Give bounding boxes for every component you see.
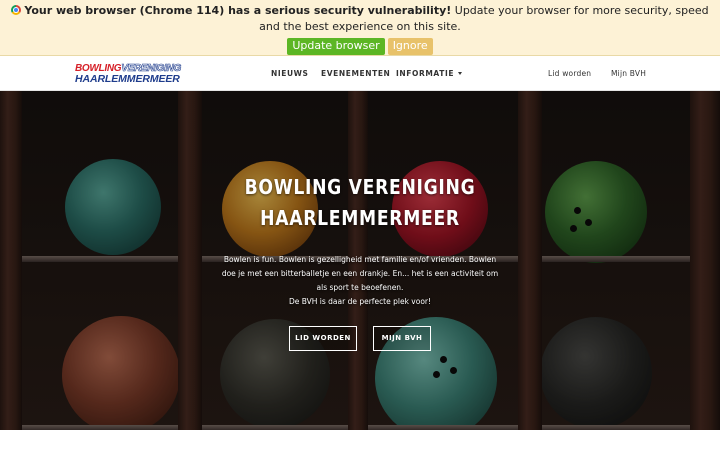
ignore-button[interactable]: Ignore [387, 38, 433, 55]
mijn-bvh-button[interactable]: MIJN BVH [373, 326, 431, 351]
hero-section: BOWLING VERENIGING HAARLEMMERMEER Bowlen… [0, 91, 720, 430]
nav-item-nieuws[interactable]: NIEUWS [271, 57, 309, 91]
nav-label: NIEUWS [271, 69, 309, 78]
update-browser-button[interactable]: Update browser [287, 38, 385, 55]
navbar: BOWLINGVERENIGING HAARLEMMERMEER NIEUWS … [0, 57, 720, 91]
nav-label: EVENEMENTEN [321, 69, 391, 78]
lid-worden-button[interactable]: LID WORDEN [289, 326, 357, 351]
chevron-down-icon [458, 72, 463, 75]
hero-text-line: doe je met een bitterballetje en een dra… [221, 269, 499, 278]
hero-text-line: De BVH is daar de perfecte plek voor! [288, 297, 432, 306]
nav-label: Mijn BVH [611, 69, 647, 78]
banner-warning-bold: Your web browser (Chrome 114) has a seri… [24, 4, 452, 17]
site-logo[interactable]: BOWLINGVERENIGING HAARLEMMERMEER [75, 63, 188, 85]
hero-text-line: als sport te beoefenen. [316, 283, 404, 292]
hero-title-line1: BOWLING VERENIGING [244, 175, 476, 199]
hero-description: Bowlen is fun. Bowlen is gezelligheid me… [220, 253, 500, 309]
nav-item-evenementen[interactable]: EVENEMENTEN [321, 57, 390, 91]
banner-buttons: Update browser Ignore [10, 38, 710, 55]
hero-title-line2: HAARLEMMERMEER [260, 206, 460, 230]
browser-update-banner: Your web browser (Chrome 114) has a seri… [0, 0, 720, 56]
nav-item-informatie[interactable]: INFORMATIE [396, 57, 463, 91]
nav-lid-worden[interactable]: Lid worden [548, 57, 591, 91]
nav-label: Lid worden [548, 69, 592, 78]
chrome-icon [11, 5, 22, 15]
logo-line2: HAARLEMMERMEER [75, 73, 180, 85]
hero-text-line: Bowlen is fun. Bowlen is gezelligheid me… [223, 255, 497, 264]
nav-mijn-bvh[interactable]: Mijn BVH [611, 57, 646, 91]
nav-label: INFORMATIE [396, 69, 455, 78]
